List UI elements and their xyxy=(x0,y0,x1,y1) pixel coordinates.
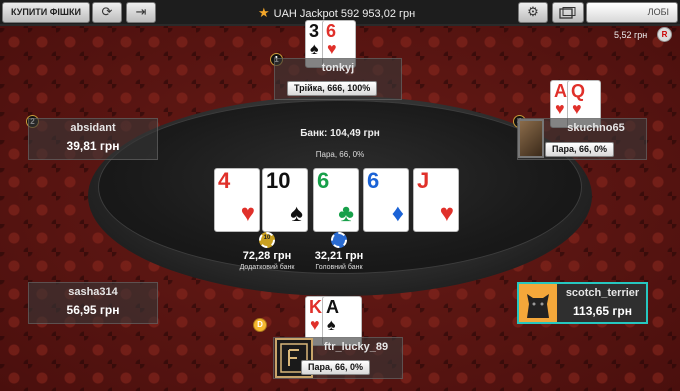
player-name: absidant xyxy=(70,122,116,134)
side-pot-amount: 72,28 грн xyxy=(242,250,292,262)
lobby-button[interactable]: ЛОБІ xyxy=(586,2,678,23)
player-name: tonkyj xyxy=(321,62,355,74)
jackpot-display: ★ UAH Jackpot 592 953,02 грн xyxy=(258,5,415,21)
star-icon: ★ xyxy=(258,5,270,20)
buy-chips-button[interactable]: КУПИТИ ФІШКИ xyxy=(2,2,90,23)
card-rank: Q xyxy=(571,81,586,101)
avatar xyxy=(518,119,544,158)
card-suit: ♥ xyxy=(572,101,582,118)
exit-icon[interactable]: ⇥ xyxy=(126,2,156,23)
card-rank: 6 xyxy=(367,168,380,193)
player-name: skuchno65 xyxy=(567,122,625,134)
player-name: sasha314 xyxy=(68,286,118,298)
board-card-2: 10 ♠ xyxy=(262,168,308,232)
card-suit: ♣ xyxy=(338,200,354,227)
card-suit: ♥ xyxy=(555,101,565,118)
main-pot-label: Головний банк xyxy=(315,264,363,271)
hand-result-badge: Трійка, 666, 100% xyxy=(287,81,378,96)
card-rank: 4 xyxy=(218,168,231,193)
player-stack: 39,81 грн xyxy=(66,139,120,153)
player-stack: 56,95 грн xyxy=(66,303,120,317)
board-card-1: 4 ♥ xyxy=(214,168,260,232)
dealer-button: D xyxy=(253,318,267,332)
board-card-3: 6 ♣ xyxy=(313,168,359,232)
main-pot-chip-icon xyxy=(331,232,347,248)
tables-icon[interactable] xyxy=(552,2,584,23)
gear-icon[interactable]: ⚙ xyxy=(518,2,548,23)
pot-total: Банк: 104,49 грн xyxy=(300,128,380,139)
hand-result-badge: Пара, 66, 0% xyxy=(545,142,614,157)
hand-description: Пара, 66, 0% xyxy=(315,150,365,159)
card-rank: A xyxy=(554,81,567,101)
card-rank: K xyxy=(309,297,322,317)
card-suit: ♠ xyxy=(290,200,303,227)
seat-sasha314[interactable]: sasha314 56,95 грн xyxy=(28,282,158,324)
card-suit: ♥ xyxy=(310,317,320,334)
chip-count: 10 xyxy=(263,235,271,241)
rules-badge[interactable]: R xyxy=(657,27,672,42)
card-rank: J xyxy=(417,168,430,193)
card-suit: ♥ xyxy=(240,200,255,227)
card-rank: 6 xyxy=(326,21,337,41)
player-name: scotch_terrier xyxy=(565,287,640,299)
card-suit: ♠ xyxy=(310,41,319,58)
main-pot-amount: 32,21 грн xyxy=(314,250,364,262)
jackpot-text: UAH Jackpot 592 953,02 грн xyxy=(273,8,416,20)
board-card-5: J ♥ xyxy=(413,168,459,232)
refresh-icon[interactable]: ⟳ xyxy=(92,2,122,23)
card-suit: ♥ xyxy=(439,200,454,227)
card-rank: 6 xyxy=(317,168,330,193)
timebank-display: 5,52 грн xyxy=(614,30,648,40)
card-rank: A xyxy=(326,297,339,317)
card-suit: ♠ xyxy=(327,317,336,334)
board-card-4: 6 ♦ xyxy=(363,168,409,232)
card-rank: 3 xyxy=(309,21,320,41)
side-pot-label: Додатковий банк xyxy=(239,264,295,271)
card-suit: ♥ xyxy=(327,41,337,58)
player-stack: 113,65 грн xyxy=(573,304,632,318)
seat-scotch-terrier[interactable]: scotch_terrier 113,65 грн xyxy=(517,282,648,324)
seat-absidant[interactable]: absidant 39,81 грн xyxy=(28,118,158,160)
card-suit: ♦ xyxy=(391,200,404,227)
hand-result-badge: Пара, 66, 0% xyxy=(301,360,370,375)
card-rank: 10 xyxy=(266,168,291,193)
